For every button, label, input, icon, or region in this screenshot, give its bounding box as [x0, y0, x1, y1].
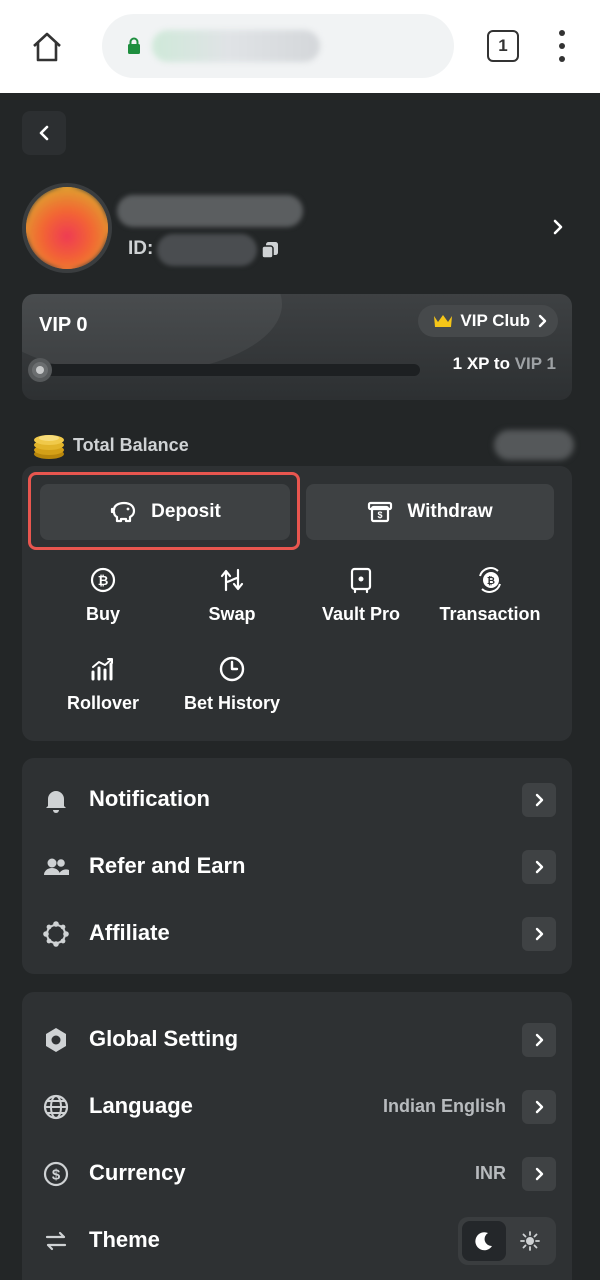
- swap-arrows-icon: [220, 568, 244, 592]
- svg-text:₿: ₿: [98, 573, 109, 588]
- action-label: Transaction: [439, 604, 541, 624]
- coin-exchange-icon: ₿: [479, 567, 501, 593]
- dollar-circle-icon: $: [43, 1161, 69, 1187]
- users-icon: [44, 858, 69, 875]
- rollover-chart-icon: [91, 658, 113, 681]
- piggy-bank-icon: [111, 501, 136, 523]
- setting-global[interactable]: Global Setting: [22, 1006, 572, 1072]
- action-bet-history[interactable]: Bet History: [168, 655, 296, 714]
- setting-label: Theme: [89, 1227, 160, 1252]
- account-menu-panel: Notification Refer and Earn Affiliate: [22, 758, 572, 974]
- action-label: Bet History: [183, 693, 281, 713]
- crown-icon: [434, 315, 453, 327]
- withdraw-button[interactable]: $ Withdraw: [306, 484, 554, 540]
- vault-icon: [350, 567, 372, 594]
- username-redacted: [117, 195, 303, 227]
- deposit-button[interactable]: Deposit: [40, 484, 290, 540]
- browser-toolbar: 1: [0, 0, 600, 93]
- tab-switcher-button[interactable]: 1: [487, 30, 519, 62]
- language-value: Indian English: [382, 1096, 506, 1116]
- withdraw-label: Withdraw: [407, 501, 493, 522]
- vip-progress-knob: [28, 358, 52, 382]
- action-label: Rollover: [66, 693, 140, 713]
- menu-label: Refer and Earn: [89, 853, 246, 878]
- vip-club-button[interactable]: VIP Club: [418, 305, 558, 337]
- menu-label: Affiliate: [89, 920, 170, 945]
- menu-label: Notification: [89, 786, 210, 811]
- currency-value: INR: [475, 1163, 506, 1183]
- sun-icon: [520, 1231, 540, 1251]
- action-vault-pro[interactable]: Vault Pro: [297, 566, 425, 625]
- home-icon[interactable]: [28, 30, 66, 64]
- withdraw-cash-icon: $: [368, 501, 393, 523]
- clock-icon: [219, 656, 245, 682]
- avatar[interactable]: [22, 183, 112, 273]
- menu-item-affiliate[interactable]: Affiliate: [22, 900, 572, 966]
- action-rollover[interactable]: Rollover: [39, 655, 167, 714]
- coin-stack-icon: [32, 430, 68, 460]
- user-id-redacted: [157, 234, 257, 266]
- svg-text:₿: ₿: [487, 575, 495, 587]
- xp-amount: 1 XP to: [452, 354, 510, 373]
- lock-icon: [127, 37, 141, 55]
- back-button[interactable]: [22, 111, 66, 155]
- moon-icon: [475, 1232, 492, 1251]
- dark-theme-option[interactable]: [462, 1221, 506, 1261]
- affiliate-network-icon: [43, 921, 69, 947]
- chevron-right-icon[interactable]: [522, 917, 556, 951]
- next-vip-level: VIP 1: [514, 354, 556, 373]
- vip-card: VIP 0 VIP Club 1 XP to VIP 1: [22, 294, 572, 400]
- setting-label: Global Setting: [89, 1026, 239, 1051]
- swap-horizontal-icon: [45, 1231, 67, 1251]
- action-buy[interactable]: ₿ Buy: [39, 566, 167, 625]
- chevron-right-icon[interactable]: [548, 217, 568, 237]
- copy-icon[interactable]: [260, 240, 280, 260]
- setting-label: Language: [89, 1093, 193, 1118]
- chevron-right-icon: [538, 314, 547, 328]
- menu-item-notification[interactable]: Notification: [22, 766, 572, 832]
- vip-level: VIP 0: [39, 314, 88, 336]
- svg-text:$: $: [52, 1167, 61, 1184]
- settings-panel: Global Setting Language Indian English $…: [22, 992, 572, 1280]
- action-label: Buy: [85, 604, 120, 624]
- chevron-right-icon[interactable]: [522, 1157, 556, 1191]
- vip-progress-bar: [32, 364, 420, 376]
- deposit-label: Deposit: [151, 501, 221, 522]
- setting-currency[interactable]: $ Currency INR: [22, 1140, 572, 1206]
- action-label: Vault Pro: [321, 604, 401, 624]
- xp-to-next-level: 1 XP to VIP 1: [453, 354, 556, 374]
- action-swap[interactable]: Swap: [168, 566, 296, 625]
- globe-icon: [43, 1094, 69, 1120]
- user-id-label: ID:: [128, 238, 154, 259]
- menu-item-refer-and-earn[interactable]: Refer and Earn: [22, 833, 572, 899]
- vip-club-label: VIP Club: [460, 311, 530, 330]
- url-text-redacted: [152, 30, 320, 62]
- chevron-right-icon[interactable]: [522, 1090, 556, 1124]
- svg-text:$: $: [378, 510, 383, 520]
- gear-icon: [46, 1028, 66, 1052]
- total-balance-redacted: [494, 430, 574, 460]
- action-label: Swap: [208, 604, 256, 624]
- bell-icon: [46, 791, 66, 813]
- total-balance-label: Total Balance: [73, 435, 189, 455]
- setting-language[interactable]: Language Indian English: [22, 1073, 572, 1139]
- action-transaction[interactable]: ₿ Transaction: [426, 566, 554, 625]
- more-menu-icon[interactable]: [552, 30, 572, 62]
- chevron-right-icon[interactable]: [522, 1023, 556, 1057]
- light-theme-option[interactable]: [508, 1221, 552, 1261]
- setting-theme: Theme: [22, 1207, 572, 1273]
- setting-label: Currency: [89, 1160, 186, 1185]
- chevron-left-icon: [39, 125, 49, 141]
- theme-toggle: [458, 1217, 556, 1265]
- bitcoin-coin-icon: ₿: [90, 567, 116, 593]
- chevron-right-icon[interactable]: [522, 850, 556, 884]
- chevron-right-icon[interactable]: [522, 783, 556, 817]
